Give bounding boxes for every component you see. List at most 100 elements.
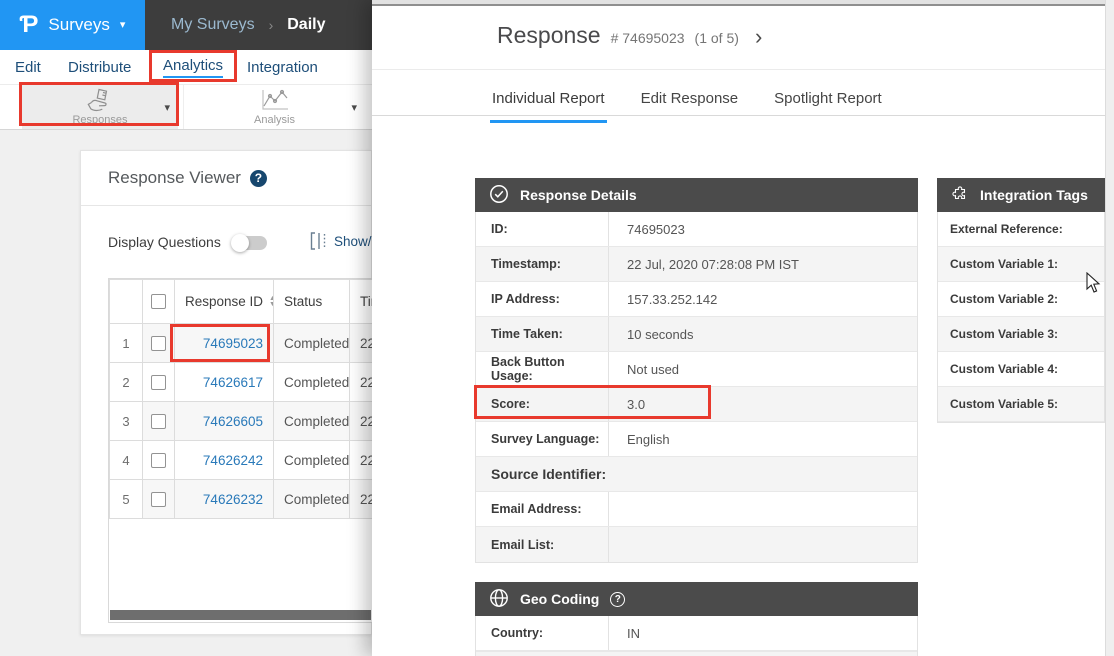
- table-row: 1 74695023 Completed 22/: [110, 324, 373, 363]
- response-details-section: Response Details ID: 74695023 Timestamp:…: [475, 178, 918, 563]
- responses-hand-ballot-icon: [22, 88, 178, 112]
- detail-value: 3.0: [609, 397, 645, 412]
- breadcrumb-separator-icon: ›: [269, 17, 274, 33]
- tag-row: External Reference:: [938, 212, 1104, 247]
- tabs-divider: [372, 115, 1114, 116]
- response-id-link[interactable]: 74626242: [175, 441, 274, 480]
- detail-row: Email List:: [476, 527, 917, 562]
- row-checkbox[interactable]: [151, 336, 166, 351]
- sort-icon[interactable]: ▲▼: [269, 296, 273, 308]
- tab-individual-report[interactable]: Individual Report: [490, 84, 607, 123]
- tag-row: Custom Variable 4:: [938, 352, 1104, 387]
- detail-row: Survey Language: English: [476, 422, 917, 457]
- response-id-link[interactable]: 74626617: [175, 363, 274, 402]
- status-cell: Completed: [274, 480, 350, 519]
- row-checkbox[interactable]: [151, 375, 166, 390]
- detail-value: 157.33.252.142: [609, 292, 717, 307]
- time-cell: 22/: [350, 480, 373, 519]
- response-viewer-card: Response Viewer ? Display Questions Show…: [80, 150, 372, 635]
- row-checkbox[interactable]: [151, 453, 166, 468]
- row-checkbox-cell: [143, 480, 175, 519]
- tab-distribute[interactable]: Distribute: [68, 50, 131, 84]
- detail-row: Country: IN: [476, 616, 917, 651]
- table-row: 2 74626617 Completed 22/: [110, 363, 373, 402]
- detail-label: IP Address:: [476, 282, 609, 316]
- detail-row: Email Address:: [476, 492, 917, 527]
- detail-label: ID:: [476, 212, 609, 246]
- table-row: 4 74626242 Completed 22/: [110, 441, 373, 480]
- analytics-toolbar: ▾ Responses ▾ Analysis: [0, 84, 372, 130]
- detail-value: 10 seconds: [609, 327, 694, 342]
- responses-dropdown-caret-icon[interactable]: ▾: [164, 101, 170, 114]
- detail-label: Time Taken:: [476, 317, 609, 351]
- detail-label: Email List:: [476, 527, 609, 562]
- breadcrumb: My Surveys › Daily: [145, 0, 326, 50]
- surveys-menu-label: Surveys: [48, 15, 109, 35]
- analysis-tool-label: Analysis: [184, 114, 365, 126]
- response-details-title: Response Details: [520, 187, 637, 203]
- horizontal-scrollbar[interactable]: [110, 610, 371, 620]
- tag-row: Custom Variable 1:: [938, 247, 1104, 282]
- breadcrumb-current-survey: Daily: [287, 16, 325, 34]
- tab-spotlight-report[interactable]: Spotlight Report: [772, 84, 884, 123]
- left-application-area: Ƥ Surveys ▾ My Surveys › Daily Edit Dist…: [0, 0, 372, 656]
- row-checkbox-cell: [143, 402, 175, 441]
- response-viewer-help-icon[interactable]: ?: [250, 170, 267, 187]
- detail-row: Back Button Usage: Not used: [476, 352, 917, 387]
- tab-edit[interactable]: Edit: [15, 50, 41, 84]
- response-id-link[interactable]: 74626232: [175, 480, 274, 519]
- panel-top-divider: [372, 4, 1114, 6]
- response-id-link[interactable]: 74626605: [175, 402, 274, 441]
- mouse-cursor: [1086, 272, 1101, 299]
- detail-row-score: Score: 3.0: [476, 387, 917, 422]
- next-response-chevron-icon[interactable]: ›: [755, 26, 762, 48]
- questionpro-logo-icon: Ƥ: [20, 13, 39, 37]
- tab-integration[interactable]: Integration: [247, 50, 318, 84]
- vertical-scrollbar[interactable]: [1105, 0, 1114, 656]
- response-id-column-header[interactable]: Response ID▲▼: [175, 280, 274, 324]
- detail-label: Country:: [476, 616, 609, 650]
- response-ref: # 74695023: [611, 30, 685, 46]
- detail-label: Score:: [476, 387, 609, 421]
- table-row: 5 74626232 Completed 22/: [110, 480, 373, 519]
- response-id-link[interactable]: 74695023: [175, 324, 274, 363]
- geo-coding-header: Geo Coding ?: [475, 582, 918, 616]
- analysis-tool-button[interactable]: ▾ Analysis: [183, 85, 365, 129]
- integration-tags-header: Integration Tags: [937, 178, 1105, 212]
- detail-label: Timestamp:: [476, 247, 609, 281]
- toggle-knob: [231, 234, 249, 252]
- detail-row: Time Taken: 10 seconds: [476, 317, 917, 352]
- responses-tool-button[interactable]: ▾ Responses: [22, 85, 178, 129]
- table-header-row: Response ID▲▼ Status Tim: [110, 280, 373, 324]
- breadcrumb-my-surveys[interactable]: My Surveys: [171, 16, 255, 34]
- show-hide-columns-icon: [309, 231, 329, 256]
- row-checkbox[interactable]: [151, 414, 166, 429]
- tab-edit-response[interactable]: Edit Response: [639, 84, 741, 123]
- display-questions-label: Display Questions: [108, 234, 221, 250]
- time-cell: 22/: [350, 441, 373, 480]
- detail-value: English: [609, 432, 670, 447]
- response-detail-panel: Response # 74695023 (1 of 5) › Individua…: [372, 0, 1114, 656]
- report-tabs: Individual Report Edit Response Spotligh…: [490, 84, 884, 123]
- table-row: 3 74626605 Completed 22/: [110, 402, 373, 441]
- globe-icon: [489, 588, 509, 611]
- row-checkbox-cell: [143, 363, 175, 402]
- status-cell: Completed: [274, 441, 350, 480]
- time-column-header: Tim: [350, 280, 373, 324]
- detail-row: Source Identifier:: [476, 457, 917, 492]
- puzzle-icon: [951, 185, 969, 206]
- tab-analytics[interactable]: Analytics: [163, 50, 223, 84]
- top-navigation-bar: Ƥ Surveys ▾ My Surveys › Daily: [0, 0, 372, 50]
- chevron-down-icon: ▾: [120, 20, 126, 31]
- analysis-line-chart-icon: [184, 88, 365, 112]
- display-questions-toggle[interactable]: [233, 236, 267, 250]
- geo-coding-section: Geo Coding ? Country: IN: [475, 582, 918, 656]
- geo-coding-help-icon[interactable]: ?: [610, 592, 625, 607]
- select-all-checkbox[interactable]: [151, 294, 166, 309]
- status-column-header: Status: [274, 280, 350, 324]
- show-hide-columns-button[interactable]: Show/H: [334, 234, 372, 249]
- check-circle-icon: [489, 184, 509, 207]
- row-checkbox[interactable]: [151, 492, 166, 507]
- surveys-menu-button[interactable]: Ƥ Surveys ▾: [0, 0, 145, 50]
- analysis-dropdown-caret-icon[interactable]: ▾: [351, 101, 357, 114]
